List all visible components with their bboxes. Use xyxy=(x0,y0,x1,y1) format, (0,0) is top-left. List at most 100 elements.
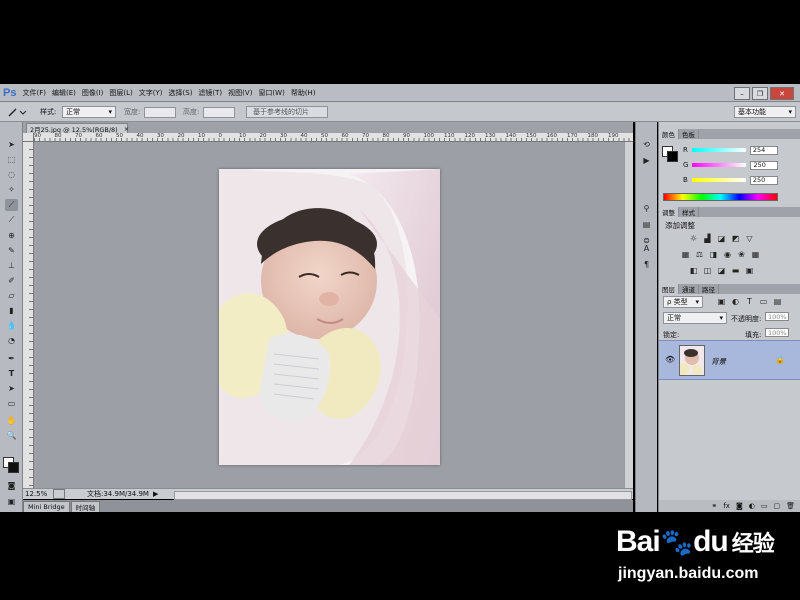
stamp-tool-icon[interactable]: ⊥ xyxy=(5,259,18,271)
menu-type[interactable]: 文字(Y) xyxy=(139,88,163,98)
tab-paths[interactable]: 路径 xyxy=(699,284,719,294)
red-slider[interactable] xyxy=(691,148,746,152)
vertical-scrollbar[interactable] xyxy=(624,142,633,488)
horizontal-scrollbar[interactable] xyxy=(174,491,632,500)
layer-row-background[interactable]: 👁 背景 🔒 xyxy=(659,340,800,380)
gradient-map-icon[interactable]: ▬ xyxy=(731,266,740,275)
quick-mask-icon[interactable]: ◙ xyxy=(5,479,18,491)
spot-heal-tool-icon[interactable]: ⊕ xyxy=(5,229,18,241)
quick-select-tool-icon[interactable]: ✧ xyxy=(5,183,18,195)
document-tab[interactable]: 2月25.jpg @ 12.5%(RGB/8) × xyxy=(26,123,129,134)
vertical-ruler[interactable] xyxy=(23,142,34,488)
menu-image[interactable]: 图像(I) xyxy=(82,88,104,98)
width-field[interactable] xyxy=(144,107,176,118)
channel-mixer-icon[interactable]: ❀ xyxy=(737,250,746,259)
new-adjustment-icon[interactable]: ◐ xyxy=(749,502,755,510)
move-tool-icon[interactable]: ➤ xyxy=(5,138,18,150)
menu-view[interactable]: 视图(V) xyxy=(228,88,252,98)
actions-icon[interactable]: ▶ xyxy=(640,154,653,166)
zoom-tool-icon[interactable]: 🔍 xyxy=(5,429,18,441)
blur-tool-icon[interactable]: 💧 xyxy=(5,319,18,331)
tab-channels[interactable]: 通道 xyxy=(679,284,699,294)
trash-icon[interactable]: 🗑 xyxy=(786,502,795,510)
filter-type-icon[interactable]: T xyxy=(745,297,754,306)
posterize-icon[interactable]: ◫ xyxy=(703,266,712,275)
minimize-icon[interactable]: – xyxy=(734,87,750,100)
menu-window[interactable]: 窗口(W) xyxy=(258,88,284,98)
opacity-field[interactable]: 100% xyxy=(765,312,789,321)
curves-icon[interactable]: ◪ xyxy=(717,234,726,243)
tab-styles[interactable]: 样式 xyxy=(679,207,699,217)
blend-mode-select[interactable]: 正常 ▾ xyxy=(663,312,727,324)
fx-icon[interactable]: fx xyxy=(723,502,730,510)
height-field[interactable] xyxy=(203,107,235,118)
visibility-eye-icon[interactable]: 👁 xyxy=(665,355,675,364)
tab-swatches[interactable]: 色板 xyxy=(679,129,699,139)
screen-mode-icon[interactable]: ▣ xyxy=(5,495,18,507)
link-layers-icon[interactable]: ⚭ xyxy=(711,502,717,510)
shape-tool-icon[interactable]: ▭ xyxy=(5,397,18,409)
layer-kind-filter[interactable]: ρ 类型 ▾ xyxy=(663,296,703,308)
close-icon[interactable]: ✕ xyxy=(770,87,794,100)
brush-presets-icon[interactable]: ⚲ xyxy=(640,202,653,214)
export-icon[interactable] xyxy=(53,489,65,499)
levels-icon[interactable]: ▟ xyxy=(703,234,712,243)
layer-name[interactable]: 背景 xyxy=(711,356,726,367)
eraser-tool-icon[interactable]: ▱ xyxy=(5,289,18,301)
menu-help[interactable]: 帮助(H) xyxy=(291,88,316,98)
fill-field[interactable]: 100% xyxy=(765,328,789,337)
background-color-swatch[interactable] xyxy=(8,462,19,473)
black-white-icon[interactable]: ◨ xyxy=(709,250,718,259)
exposure-icon[interactable]: ◩ xyxy=(731,234,740,243)
brush-panel-icon[interactable]: ▤ xyxy=(640,218,653,230)
brightness-icon[interactable]: ☼ xyxy=(689,234,698,243)
restore-icon[interactable]: ❐ xyxy=(752,87,768,100)
workspace-select[interactable]: 基本功能 ▾ xyxy=(734,106,796,118)
history-brush-tool-icon[interactable]: ✐ xyxy=(5,274,18,286)
tab-timeline[interactable]: 时间轴 xyxy=(70,501,101,512)
slice-tool-icon[interactable]: ⟋ xyxy=(5,199,18,211)
menu-filter[interactable]: 滤镜(T) xyxy=(198,88,222,98)
lock-icon[interactable]: 🔒 xyxy=(775,355,785,364)
tab-color[interactable]: 颜色 xyxy=(659,129,679,139)
blue-value-field[interactable]: 250 xyxy=(749,175,778,185)
threshold-icon[interactable]: ◪ xyxy=(717,266,726,275)
slice-tool-preset-icon[interactable] xyxy=(6,106,28,118)
tab-adjustments[interactable]: 调整 xyxy=(659,207,679,217)
invert-icon[interactable]: ◧ xyxy=(689,266,698,275)
add-mask-icon[interactable]: ◙ xyxy=(736,502,743,510)
horizontal-ruler[interactable]: 90 80 70 60 50 40 30 20 10 0 10 20 30 40 50 60 70 80 90 100… xyxy=(34,133,633,142)
slices-from-guides-button[interactable]: 基于参考线的切片 xyxy=(246,106,328,118)
tab-layers[interactable]: 图层 xyxy=(659,284,679,294)
photo-filter-icon[interactable]: ◉ xyxy=(723,250,732,259)
filter-shape-icon[interactable]: ▭ xyxy=(759,297,768,306)
hue-saturation-icon[interactable]: ▦ xyxy=(681,250,690,259)
play-icon[interactable]: ▶ xyxy=(153,490,158,498)
close-icon[interactable]: × xyxy=(124,125,129,133)
eyedropper-tool-icon[interactable]: ⟋ xyxy=(5,214,18,226)
filter-smart-object-icon[interactable]: ▤ xyxy=(773,297,782,306)
marquee-tool-icon[interactable]: ⬚ xyxy=(5,153,18,165)
menu-layer[interactable]: 图层(L) xyxy=(109,88,132,98)
green-value-field[interactable]: 250 xyxy=(750,160,779,170)
selective-color-icon[interactable]: ▣ xyxy=(745,266,754,275)
vibrance-icon[interactable]: ▽ xyxy=(745,234,754,243)
filter-pixel-icon[interactable]: ▣ xyxy=(717,297,726,306)
color-lookup-icon[interactable]: ▦ xyxy=(751,250,760,259)
new-layer-icon[interactable]: ▢ xyxy=(773,502,780,510)
color-spectrum-bar[interactable] xyxy=(663,193,778,201)
color-balance-icon[interactable]: ⚖ xyxy=(695,250,704,259)
new-group-icon[interactable]: ▭ xyxy=(761,502,768,510)
hand-tool-icon[interactable]: ✋ xyxy=(5,414,18,426)
red-value-field[interactable]: 254 xyxy=(749,145,778,155)
ruler-origin[interactable] xyxy=(23,133,34,142)
blue-slider[interactable] xyxy=(691,178,746,182)
menu-file[interactable]: 文件(F) xyxy=(22,88,46,98)
character-icon[interactable]: A xyxy=(640,242,653,254)
dodge-tool-icon[interactable]: ◔ xyxy=(5,334,18,346)
menu-select[interactable]: 选择(S) xyxy=(169,88,193,98)
pen-tool-icon[interactable]: ✒ xyxy=(5,352,18,364)
brush-tool-icon[interactable]: ✎ xyxy=(5,244,18,256)
gradient-tool-icon[interactable]: ▮ xyxy=(5,304,18,316)
paragraph-icon[interactable]: ¶ xyxy=(640,258,653,270)
